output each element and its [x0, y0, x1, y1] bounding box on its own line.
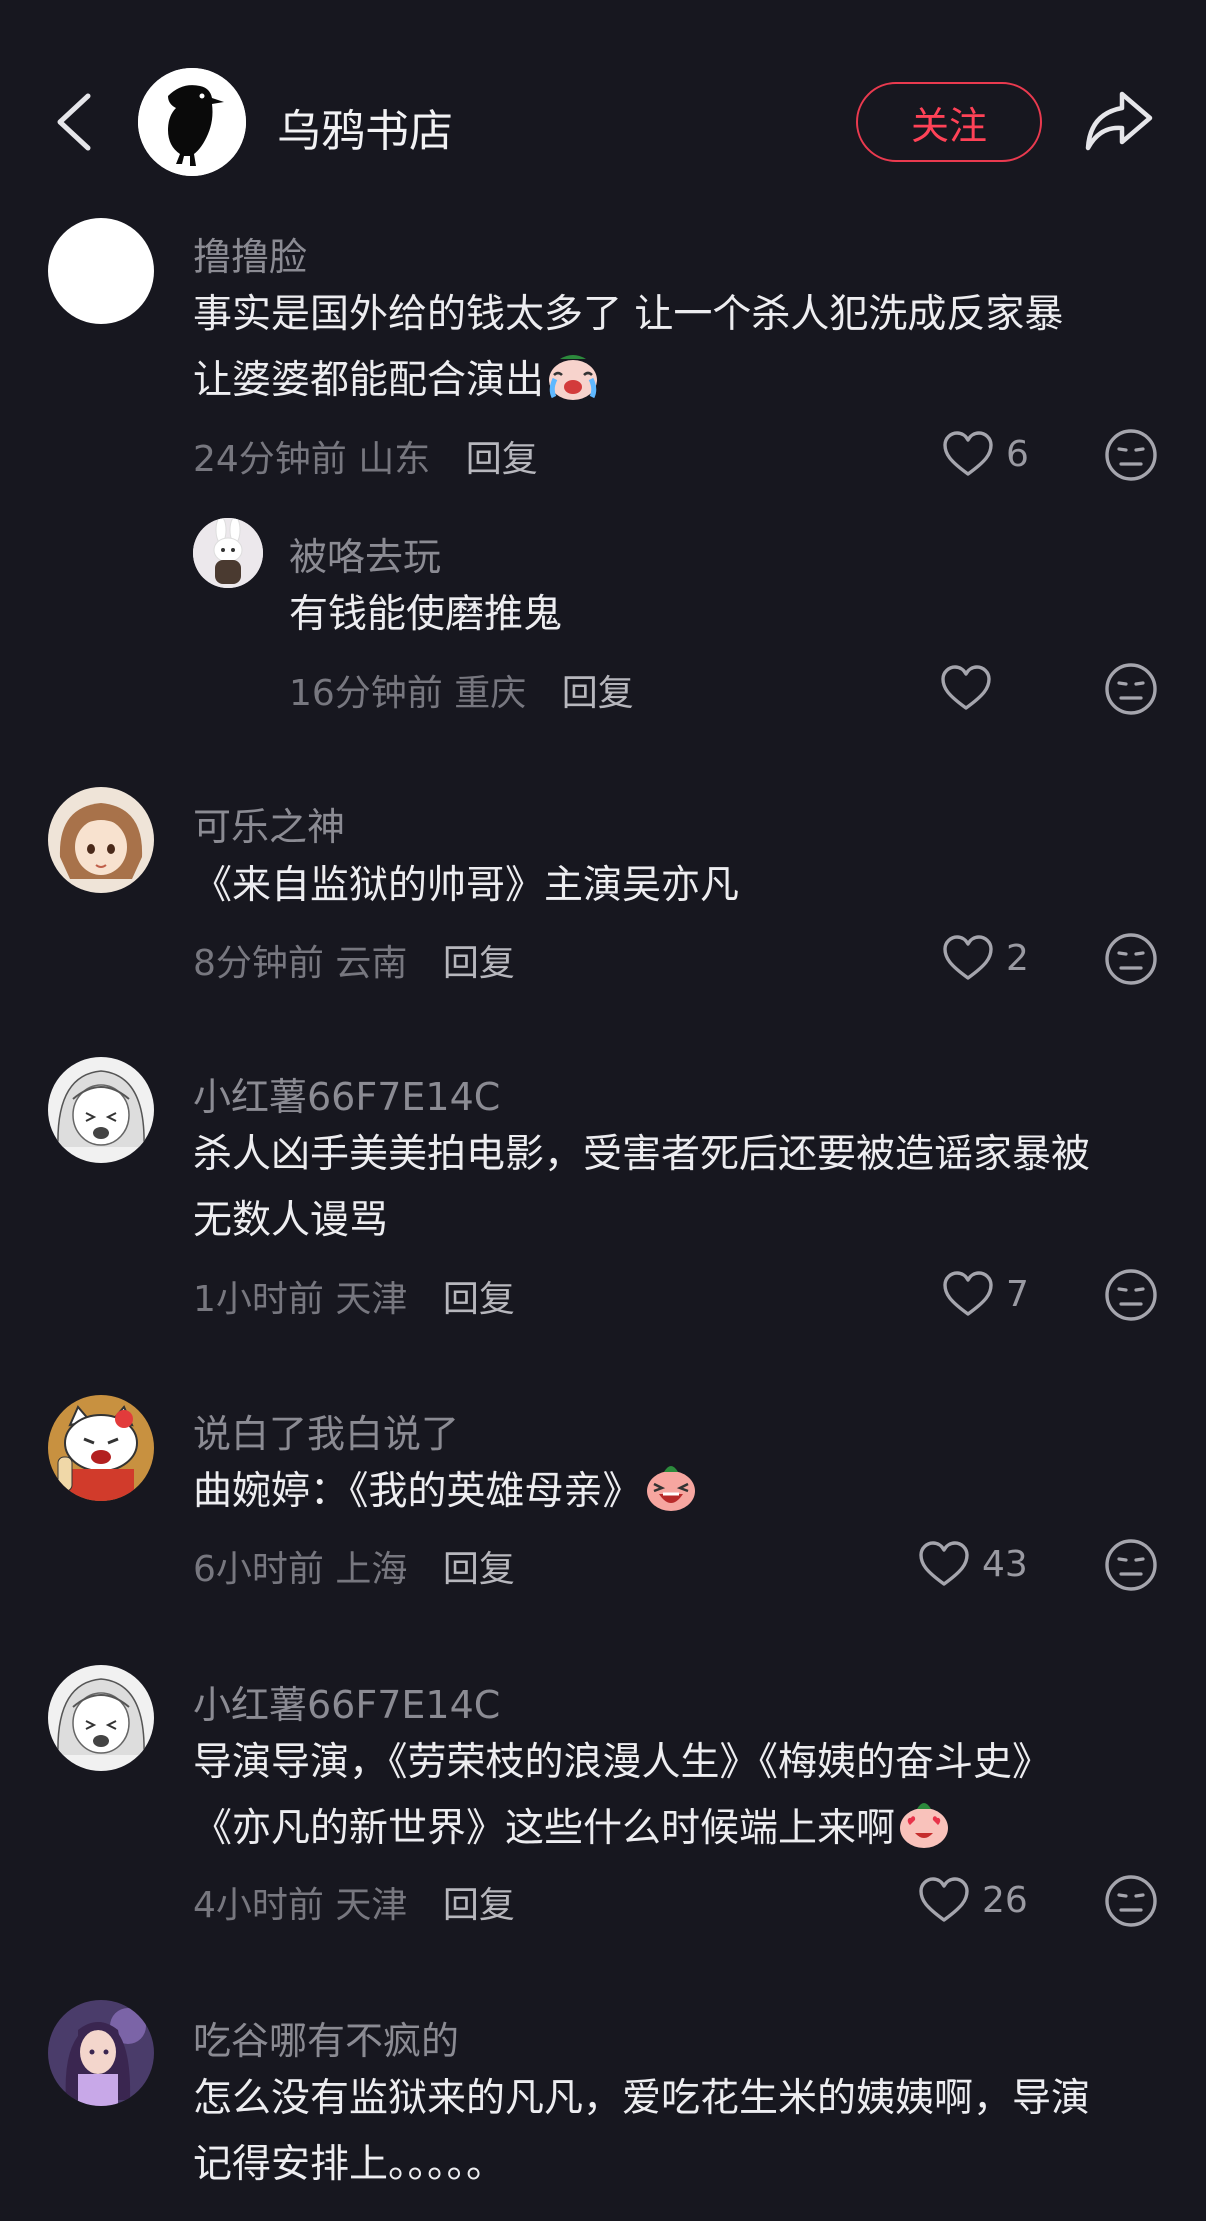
like-button[interactable]	[940, 664, 992, 712]
avatar[interactable]	[48, 1665, 154, 1771]
reply-button[interactable]: 回复	[562, 673, 634, 714]
comment-text: 事实是国外给的钱太多了 让一个杀人犯洗成反家暴 让婆婆都能配合演出	[193, 282, 1063, 414]
manga-girl-avatar-icon	[48, 1057, 154, 1163]
dislike-face-icon[interactable]	[1104, 932, 1158, 986]
comment-text: 《来自监狱的帅哥》主演吴亦凡	[193, 853, 739, 919]
comment-text-line: 怎么没有监狱来的凡凡，爱吃花生米的姨姨啊，导演	[193, 2076, 1091, 2121]
comment-location: 天津	[335, 1279, 408, 1320]
comment-username[interactable]: 撸撸脸	[193, 226, 307, 281]
reply-username[interactable]: 被咯去玩	[289, 526, 441, 581]
reply-location: 重庆	[454, 673, 527, 714]
comment-text-line: 《来自监狱的帅哥》主演吴亦凡	[193, 863, 740, 908]
comment-text-line: 记得安排上。。。。。	[193, 2142, 506, 2187]
comment-text-line: 导演导演，《劳荣枝的浪漫人生》《梅姨的奋斗史》	[193, 1740, 1052, 1785]
comment-text-line: 杀人凶手美美拍电影，受害者死后还要被造谣家暴被	[193, 1132, 1091, 1177]
comment-meta: 1小时前 天津 回复	[193, 1270, 515, 1322]
reply-meta: 16分钟前 重庆 回复	[289, 664, 634, 716]
share-icon[interactable]	[1082, 88, 1154, 154]
fantasy-girl-avatar-icon	[48, 2000, 154, 2106]
comment-text: 怎么没有监狱来的凡凡，爱吃花生米的姨姨啊，导演 记得安排上。。。。。	[193, 2066, 1090, 2198]
reply-button[interactable]: 回复	[466, 439, 538, 480]
channel-avatar[interactable]	[138, 68, 246, 176]
comment-meta: 4小时前 天津 回复	[193, 1876, 515, 1928]
comment-text-line: 无数人谩骂	[193, 1198, 389, 1243]
comment-location: 上海	[335, 1549, 408, 1590]
comment-time: 1小时前	[193, 1279, 324, 1320]
avatar[interactable]	[48, 1057, 154, 1163]
comment-username[interactable]: 可乐之神	[193, 796, 345, 851]
reply-button[interactable]: 回复	[443, 943, 515, 984]
dislike-face-icon[interactable]	[1104, 662, 1158, 716]
comment-location: 山东	[358, 439, 431, 480]
dislike-face-icon[interactable]	[1104, 1268, 1158, 1322]
like-button[interactable]: 43	[918, 1540, 1028, 1588]
back-arrow-icon[interactable]	[50, 92, 100, 152]
comment-time: 4小时前	[193, 1885, 324, 1926]
comment-time: 6小时前	[193, 1549, 324, 1590]
comment-location: 天津	[335, 1885, 408, 1926]
comment-meta: 6小时前 上海 回复	[193, 1540, 515, 1592]
like-button[interactable]: 26	[918, 1876, 1028, 1924]
like-count: 26	[982, 1879, 1028, 1921]
laughing-emoji-icon	[644, 1460, 698, 1514]
manga-girl-avatar-icon	[48, 1665, 154, 1771]
comment-text: 导演导演，《劳荣枝的浪漫人生》《梅姨的奋斗史》 《亦凡的新世界》这些什么时候端上…	[193, 1730, 1051, 1862]
reply-text: 有钱能使磨推鬼	[289, 592, 563, 637]
comment-username[interactable]: 吃谷哪有不疯的	[193, 2010, 459, 2065]
heart-icon	[942, 430, 994, 478]
heart-icon	[918, 1876, 970, 1924]
hello-kitty-avatar-icon	[48, 1395, 154, 1501]
heart-icon	[942, 1270, 994, 1318]
heart-icon	[942, 934, 994, 982]
dislike-face-icon[interactable]	[1104, 1538, 1158, 1592]
comment-username[interactable]: 小红薯66F7E14C	[193, 1674, 500, 1729]
heart-eyes-emoji-icon	[897, 1797, 951, 1851]
avatar[interactable]	[48, 787, 154, 893]
avatar[interactable]	[48, 2000, 154, 2106]
comment-text-line: 事实是国外给的钱太多了 让一个杀人犯洗成反家暴	[193, 292, 1064, 337]
reply-button[interactable]: 回复	[443, 1549, 515, 1590]
follow-button[interactable]: 关注	[856, 82, 1042, 162]
crying-laughing-emoji-icon	[546, 349, 600, 403]
comment-text-line: 让婆婆都能配合演出	[193, 358, 545, 403]
anime-girl-avatar-icon	[48, 787, 154, 893]
like-count: 7	[1006, 1273, 1029, 1315]
crow-logo-icon	[138, 68, 246, 176]
dislike-face-icon[interactable]	[1104, 1874, 1158, 1928]
like-count: 2	[1006, 937, 1029, 979]
comment-meta: 24分钟前 山东 回复	[193, 430, 538, 482]
comment-text: 曲婉婷：《我的英雄母亲》	[193, 1459, 698, 1525]
comment-location: 云南	[335, 943, 408, 984]
reply-time: 16分钟前	[289, 673, 443, 714]
dislike-face-icon[interactable]	[1104, 428, 1158, 482]
heart-icon	[940, 664, 992, 712]
comment-text-line: 《亦凡的新世界》这些什么时候端上来啊	[193, 1806, 896, 1851]
top-bar: 乌鸦书店 关注	[0, 0, 1206, 200]
avatar[interactable]	[48, 218, 154, 324]
comment-meta: 8分钟前 云南 回复	[193, 934, 515, 986]
comment-username[interactable]: 说白了我白说了	[193, 1403, 459, 1458]
like-count: 43	[982, 1543, 1028, 1585]
avatar[interactable]	[193, 518, 263, 588]
comment-time: 24分钟前	[193, 439, 347, 480]
reply-button[interactable]: 回复	[443, 1885, 515, 1926]
comment-username[interactable]: 小红薯66F7E14C	[193, 1066, 500, 1121]
comment-text: 杀人凶手美美拍电影，受害者死后还要被造谣家暴被 无数人谩骂	[193, 1122, 1090, 1254]
like-button[interactable]: 7	[942, 1270, 1029, 1318]
like-count: 6	[1006, 433, 1029, 475]
rabbit-avatar-icon	[193, 518, 263, 588]
like-button[interactable]: 6	[942, 430, 1029, 478]
comment-text-line: 曲婉婷：《我的英雄母亲》	[193, 1469, 642, 1514]
heart-icon	[918, 1540, 970, 1588]
avatar[interactable]	[48, 1395, 154, 1501]
comment-time: 8分钟前	[193, 943, 324, 984]
like-button[interactable]: 2	[942, 934, 1029, 982]
reply-button[interactable]: 回复	[443, 1279, 515, 1320]
channel-name[interactable]: 乌鸦书店	[277, 95, 453, 159]
